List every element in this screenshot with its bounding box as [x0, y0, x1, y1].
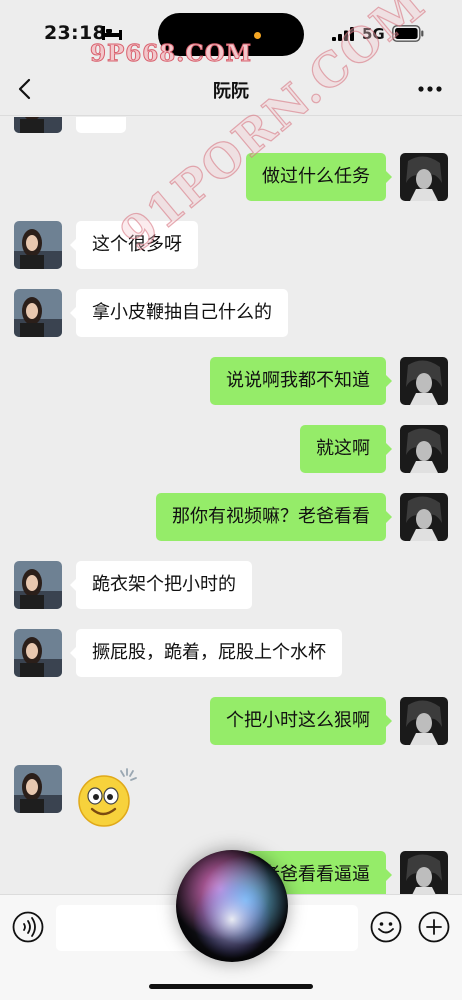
chat-header: 阮阮: [0, 62, 462, 116]
message-list[interactable]: 行 做过什么任务 这个很多呀 拿小皮鞭抽自己什么的 说说啊我都不知道 就这啊: [0, 117, 462, 894]
message-bubble[interactable]: 个把小时这么狠啊: [210, 697, 392, 745]
self-avatar[interactable]: [400, 153, 448, 201]
self-avatar[interactable]: [400, 851, 448, 894]
contact-avatar[interactable]: [14, 117, 62, 133]
message-bubble[interactable]: 那你有视频嘛？老爸看看: [156, 493, 392, 541]
self-avatar[interactable]: [400, 357, 448, 405]
self-avatar[interactable]: [400, 697, 448, 745]
contact-avatar[interactable]: [14, 561, 62, 609]
privacy-indicator-dot: [254, 32, 261, 39]
self-avatar[interactable]: [400, 425, 448, 473]
contact-avatar[interactable]: [14, 289, 62, 337]
signal-icon: [332, 27, 354, 41]
status-bar: 23:18 5G 9P668.COM: [0, 0, 462, 68]
contact-avatar[interactable]: [14, 629, 62, 677]
battery-icon: [392, 25, 424, 42]
emoji-icon[interactable]: [370, 911, 402, 943]
siri-orb: [176, 850, 288, 962]
message-bubble[interactable]: 跪衣架个把小时的: [70, 561, 252, 609]
message-bubble[interactable]: 撅屁股，跪着，屁股上个水杯: [70, 629, 342, 677]
message-bubble[interactable]: 做过什么任务: [246, 153, 392, 201]
message-bubble[interactable]: 这个很多呀: [70, 221, 198, 269]
message-bubble[interactable]: 就这啊: [300, 425, 392, 473]
plus-icon[interactable]: [418, 911, 450, 943]
contact-avatar[interactable]: [14, 221, 62, 269]
message-bubble[interactable]: 行: [76, 117, 126, 133]
more-options-icon[interactable]: [418, 86, 442, 92]
grinning-face-sparkle-emoji[interactable]: [74, 765, 140, 827]
chat-title: 阮阮: [213, 81, 249, 102]
voice-icon[interactable]: [12, 911, 44, 943]
message-bubble[interactable]: 说说啊我都不知道: [210, 357, 392, 405]
bed-icon: [102, 26, 122, 40]
contact-avatar[interactable]: [14, 765, 62, 813]
self-avatar[interactable]: [400, 493, 448, 541]
message-bubble[interactable]: 拿小皮鞭抽自己什么的: [70, 289, 288, 337]
home-indicator[interactable]: [149, 984, 313, 989]
network-label: 5G: [362, 25, 385, 43]
